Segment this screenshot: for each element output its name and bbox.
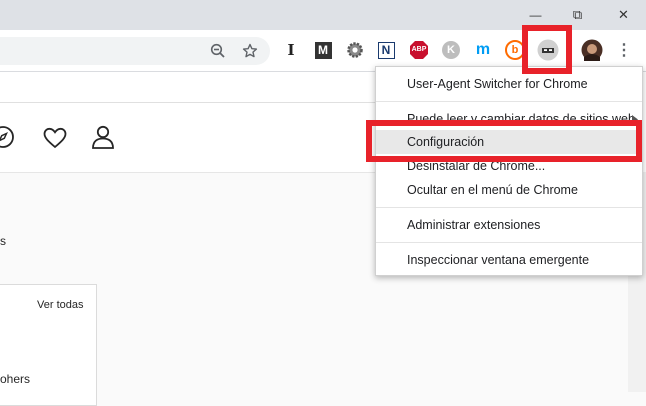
movistar-icon[interactable]: m [471, 38, 495, 62]
see-all-link[interactable]: Ver todas [37, 299, 83, 311]
avatar[interactable] [580, 38, 604, 62]
zoom-out-icon[interactable] [206, 39, 230, 63]
profile-icon[interactable] [90, 124, 116, 150]
compass-icon[interactable] [0, 124, 16, 150]
highlight-settings-item [366, 120, 642, 162]
minimize-icon: — [529, 8, 542, 22]
menu-item-hide[interactable]: Ocultar en el menú de Chrome [376, 178, 642, 202]
restore-icon: ⧉ [572, 7, 583, 22]
menu-separator [376, 101, 642, 102]
adblock-icon[interactable]: ABP [407, 38, 431, 62]
highlight-extension-icon [522, 25, 572, 74]
gear-extension-icon[interactable] [343, 38, 367, 62]
k-extension-icon[interactable]: K [439, 38, 463, 62]
card-partial-text: ohers [0, 372, 31, 386]
close-window-button[interactable]: ✕ [601, 0, 646, 30]
n-extension-icon[interactable]: N [374, 38, 398, 62]
menu-separator [376, 207, 642, 208]
more-vert-icon: ⋮ [616, 42, 632, 59]
divider [0, 102, 380, 103]
close-icon: ✕ [618, 7, 629, 22]
menu-item-manage-extensions[interactable]: Administrar extensiones [376, 213, 642, 237]
menu-item-extension-name[interactable]: User-Agent Switcher for Chrome [376, 72, 642, 96]
browser-menu-button[interactable]: ⋮ [612, 38, 636, 62]
suggestions-card: Ver todas [0, 284, 97, 406]
partial-text: s [0, 234, 6, 248]
instapaper-icon[interactable]: I [279, 38, 303, 62]
menu-separator [376, 242, 642, 243]
heart-icon[interactable] [42, 125, 68, 151]
extension-context-menu: User-Agent Switcher for Chrome Puede lee… [375, 66, 643, 276]
star-icon[interactable] [238, 39, 262, 63]
menu-item-inspect-popup[interactable]: Inspeccionar ventana emergente [376, 248, 642, 272]
medium-icon[interactable]: M [311, 38, 335, 62]
address-bar[interactable] [0, 37, 270, 65]
